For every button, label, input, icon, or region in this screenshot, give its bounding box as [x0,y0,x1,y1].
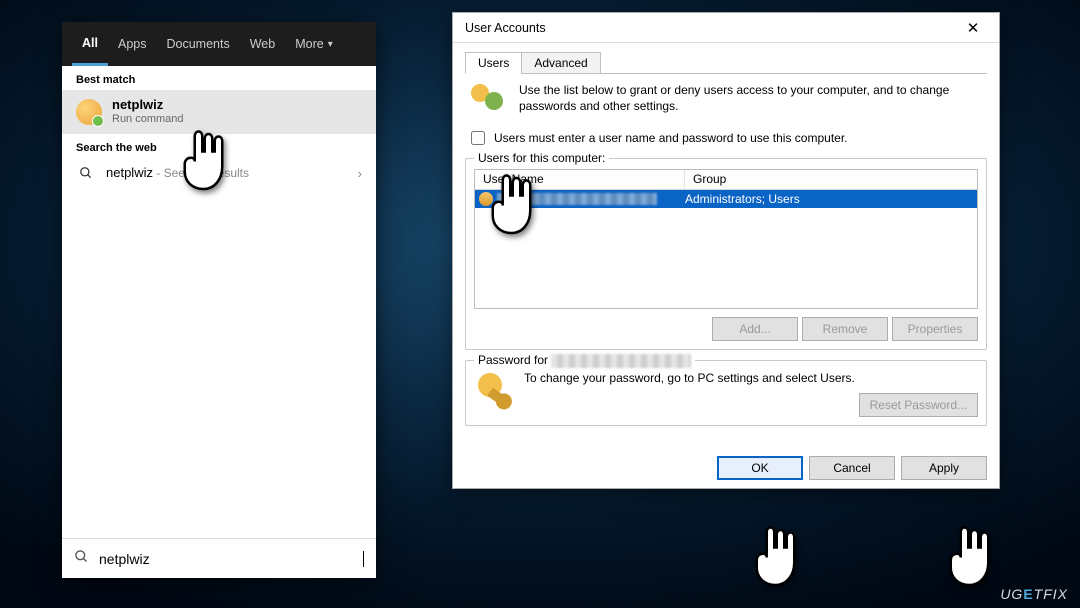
result-subtitle: Run command [112,113,362,126]
search-input[interactable] [97,550,362,568]
dialog-tabs: Users Advanced [465,51,987,74]
search-tab-all[interactable]: All [72,22,108,66]
watermark: UGETFIX [1000,586,1068,602]
netplwiz-icon [76,99,102,125]
dialog-footer: OK Cancel Apply [453,448,999,488]
user-key-icon [474,371,514,411]
col-group[interactable]: Group [685,170,977,189]
intro-text: Use the list below to grant or deny user… [519,82,983,118]
add-user-button[interactable]: Add... [712,317,798,341]
search-tab-web[interactable]: Web [240,22,285,66]
reset-password-button[interactable]: Reset Password... [859,393,978,417]
tab-users[interactable]: Users [465,52,522,74]
chevron-right-icon: › [358,166,362,181]
chevron-down-icon: ▾ [328,39,333,50]
user-icon [479,192,493,206]
search-tab-apps[interactable]: Apps [108,22,157,66]
redacted-username [551,354,691,368]
users-icon [469,82,509,118]
search-tab-more[interactable]: More▾ [285,22,343,66]
search-tabs: All Apps Documents Web More▾ [62,22,376,66]
apply-button[interactable]: Apply [901,456,987,480]
users-groupbox: Users for this computer: User Name Group… [465,158,987,350]
search-web-header: Search the web [62,134,376,158]
checkbox-label: Users must enter a user name and passwor… [494,131,848,145]
require-password-checkbox[interactable] [471,131,485,145]
users-group-label: Users for this computer: [474,151,609,165]
ok-button[interactable]: OK [717,456,803,480]
tab-advanced[interactable]: Advanced [521,52,600,74]
dialog-titlebar[interactable]: User Accounts ✕ [453,13,999,43]
cursor-hand-icon [748,520,808,590]
password-group-label: Password for [474,353,695,368]
user-table[interactable]: User Name Group Administrators; Users [474,169,978,309]
result-title: netplwiz [112,98,362,113]
search-tab-documents[interactable]: Documents [156,22,239,66]
search-result-web[interactable]: netplwiz - See web results › [62,158,376,189]
search-input-bar[interactable] [62,538,376,578]
col-username[interactable]: User Name [475,170,685,189]
password-groupbox: Password for To change your password, go… [465,360,987,426]
best-match-header: Best match [62,66,376,90]
search-icon [74,549,89,569]
dialog-title: User Accounts [459,21,953,35]
search-icon [76,166,96,180]
close-icon[interactable]: ✕ [953,15,993,41]
cursor-hand-icon [942,520,1002,590]
text-caret [363,551,364,567]
search-result-best[interactable]: netplwiz Run command [62,90,376,134]
password-text: To change your password, go to PC settin… [524,371,978,385]
web-term: netplwiz [106,165,153,180]
cancel-button[interactable]: Cancel [809,456,895,480]
windows-search-panel: All Apps Documents Web More▾ Best match … [62,22,376,578]
user-row[interactable]: Administrators; Users [475,190,977,208]
redacted-username [497,193,657,205]
properties-button[interactable]: Properties [892,317,978,341]
user-group-value: Administrators; Users [685,192,977,206]
user-accounts-dialog: User Accounts ✕ Users Advanced Use the l… [452,12,1000,489]
remove-user-button[interactable]: Remove [802,317,888,341]
web-suffix: - See web results [153,166,249,180]
